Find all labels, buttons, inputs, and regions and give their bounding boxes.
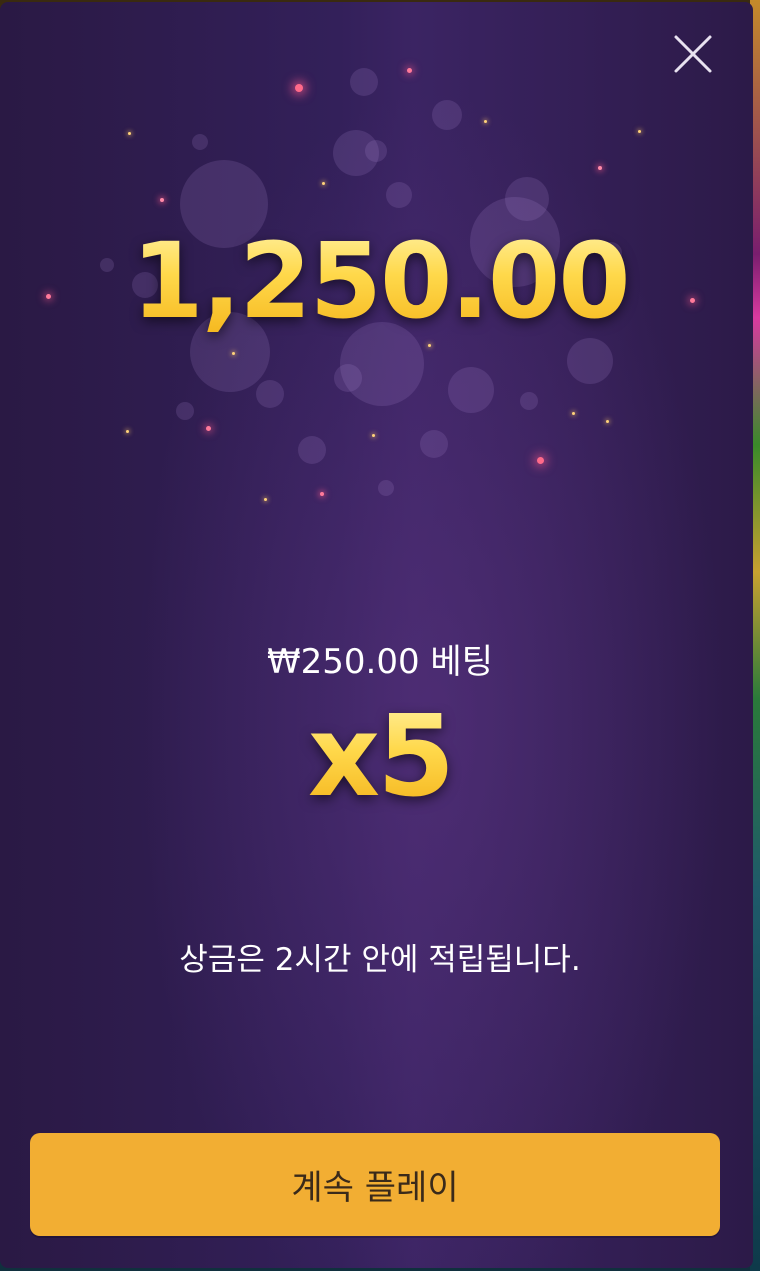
continue-play-button[interactable]: 계속 플레이: [30, 1133, 720, 1236]
continue-play-label: 계속 플레이: [291, 1168, 459, 1208]
win-amount: 1,250.00: [0, 220, 753, 342]
payout-notice: 상금은 2시간 안에 적립됩니다.: [179, 942, 581, 978]
bet-amount-label: ₩250.00 베팅: [267, 642, 493, 682]
multiplier-label: x5: [0, 692, 753, 822]
close-icon: [674, 35, 712, 73]
close-button[interactable]: [671, 32, 715, 76]
win-modal: 1,250.00 ₩250.00 베팅 x5 상금은 2시간 안에 적립됩니다.…: [0, 2, 753, 1268]
